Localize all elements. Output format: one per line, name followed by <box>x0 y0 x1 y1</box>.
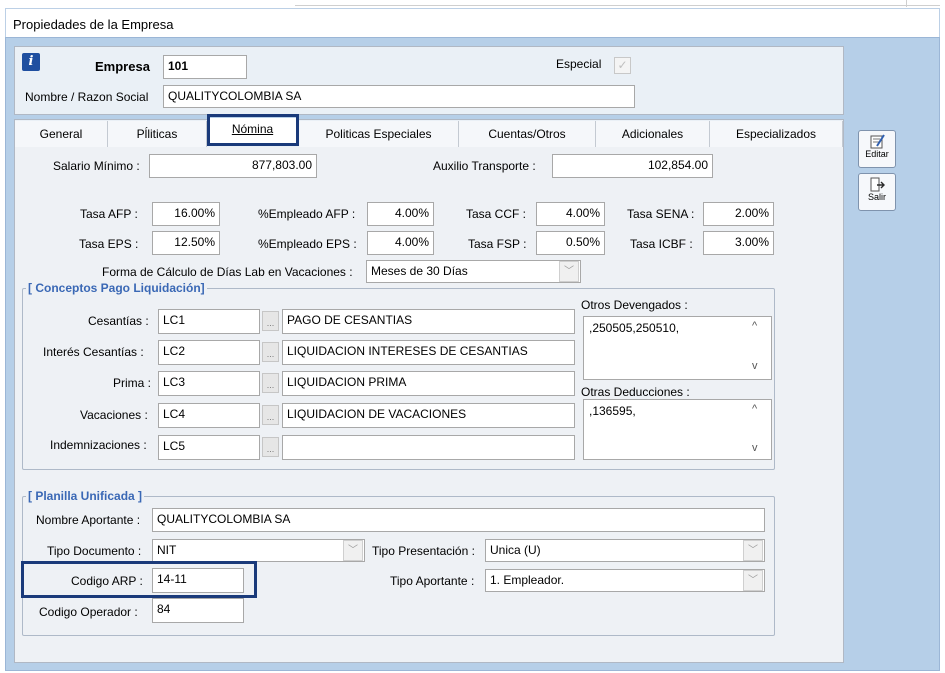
tipo-presentacion-chevron-down-icon[interactable]: ﹀ <box>743 540 763 561</box>
tasa-eps-field[interactable]: 12.50% <box>152 231 220 255</box>
tab-cuentas-otros[interactable]: Cuentas/Otros <box>459 121 596 147</box>
tipo-aportante-label: Tipo Aportante : <box>390 574 475 588</box>
empresa-label: Empresa <box>95 59 150 74</box>
cesantias-lookup-button[interactable]: ... <box>262 311 279 331</box>
cesantias-label: Cesantías : <box>88 314 149 328</box>
vacaciones-code-field[interactable]: LC4 <box>158 403 260 428</box>
vacaciones-lookup-button[interactable]: ... <box>262 405 279 425</box>
otros-devengados-value: ,250505,250510, <box>589 321 680 335</box>
tab-politicas[interactable]: Pĺliticas <box>108 121 207 147</box>
codigo-arp-highlight-box <box>21 561 257 598</box>
tasa-ccf-label: Tasa CCF : <box>466 207 527 221</box>
empleado-afp-label: %Empleado AFP : <box>258 207 356 221</box>
edit-button[interactable]: Editar <box>858 130 896 168</box>
otras-deducciones-label: Otras Deducciones : <box>581 385 690 399</box>
vacaciones-calculo-select[interactable]: Meses de 30 Días <box>366 260 581 283</box>
tasa-eps-label: Tasa EPS : <box>79 237 139 251</box>
indemnizaciones-code-field[interactable]: LC5 <box>158 435 260 460</box>
top-divider-tick <box>906 0 907 7</box>
nombre-aportante-field[interactable]: QUALITYCOLOMBIA SA <box>152 508 765 532</box>
codigo-operador-label: Codigo Operador : <box>39 605 138 619</box>
interes-cesantias-code-field[interactable]: LC2 <box>158 340 260 365</box>
vacaciones-calculo-chevron-down-icon[interactable]: ﹀ <box>559 261 579 282</box>
interes-cesantias-lookup-button[interactable]: ... <box>262 342 279 362</box>
tasa-ccf-field[interactable]: 4.00% <box>536 202 605 226</box>
info-icon[interactable]: i <box>22 53 40 71</box>
razon-social-field[interactable]: QUALITYCOLOMBIA SA <box>163 85 635 108</box>
exit-button-label: Salir <box>867 192 886 202</box>
especial-label: Especial <box>556 57 602 71</box>
tasa-fsp-label: Tasa FSP : <box>468 237 527 251</box>
tasa-fsp-field[interactable]: 0.50% <box>536 231 605 255</box>
otras-deducciones-value: ,136595, <box>589 404 636 418</box>
tipo-presentacion-select[interactable]: Unica (U) <box>485 539 765 562</box>
prima-desc-field[interactable]: LIQUIDACION PRIMA <box>282 371 575 396</box>
otros-devengados-textarea[interactable]: ,250505,250510, <box>583 316 772 380</box>
indemnizaciones-lookup-button[interactable]: ... <box>262 437 279 457</box>
tab-adicionales[interactable]: Adicionales <box>596 121 710 147</box>
otros-devengados-scroll-up-icon[interactable]: ^ <box>752 320 757 332</box>
exit-button[interactable]: Salir <box>858 173 896 211</box>
cesantias-desc-field[interactable]: PAGO DE CESANTIAS <box>282 309 575 334</box>
indemnizaciones-desc-field[interactable] <box>282 435 575 460</box>
prima-lookup-button[interactable]: ... <box>262 373 279 393</box>
empleado-eps-label: %Empleado EPS : <box>258 237 357 251</box>
edit-button-label: Editar <box>865 149 889 159</box>
prima-code-field[interactable]: LC3 <box>158 371 260 396</box>
tab-highlight-box <box>207 114 299 146</box>
tab-general[interactable]: General <box>15 121 108 147</box>
prima-label: Prima : <box>113 376 152 390</box>
tab-especializados[interactable]: Especializados <box>710 121 843 147</box>
otras-deducciones-scroll-up-icon[interactable]: ^ <box>752 403 757 415</box>
interes-cesantias-label: Interés Cesantías : <box>43 345 144 359</box>
otros-devengados-scroll-down-icon[interactable]: v <box>752 360 758 372</box>
vacaciones-label: Vacaciones : <box>80 408 148 422</box>
edit-icon <box>870 134 885 149</box>
tipo-documento-select[interactable]: NIT <box>152 539 365 562</box>
salario-minimo-field[interactable]: 877,803.00 <box>149 154 317 178</box>
tipo-aportante-select[interactable]: 1. Empleador. <box>485 569 765 592</box>
indemnizaciones-label: Indemnizaciones : <box>50 438 147 452</box>
tipo-documento-chevron-down-icon[interactable]: ﹀ <box>343 540 363 561</box>
window-title: Propiedades de la Empresa <box>13 17 174 32</box>
cesantias-code-field[interactable]: LC1 <box>158 309 260 334</box>
empleado-eps-field[interactable]: 4.00% <box>367 231 434 255</box>
interes-cesantias-desc-field[interactable]: LIQUIDACION INTERESES DE CESANTIAS <box>282 340 575 365</box>
codigo-operador-field[interactable]: 84 <box>152 598 244 623</box>
tasa-sena-field[interactable]: 2.00% <box>703 202 774 226</box>
empleado-afp-field[interactable]: 4.00% <box>367 202 434 226</box>
vacaciones-calculo-label: Forma de Cálculo de Días Lab en Vacacion… <box>102 265 353 279</box>
salario-minimo-label: Salario Mínimo : <box>53 159 140 173</box>
especial-checkbox[interactable]: ✓ <box>614 57 631 74</box>
tasa-sena-label: Tasa SENA : <box>627 207 695 221</box>
tipo-presentacion-label: Tipo Presentación : <box>372 544 475 558</box>
tasa-afp-label: Tasa AFP : <box>80 207 138 221</box>
otros-devengados-label: Otros Devengados : <box>581 298 688 312</box>
vacaciones-desc-field[interactable]: LIQUIDACION DE VACACIONES <box>282 403 575 428</box>
exit-icon <box>870 177 885 192</box>
tasa-afp-field[interactable]: 16.00% <box>152 202 220 226</box>
tasa-icbf-label: Tasa ICBF : <box>630 237 693 251</box>
tab-politicas-especiales[interactable]: Politicas Especiales <box>299 121 459 147</box>
tipo-documento-label: Tipo Documento : <box>47 544 142 558</box>
nombre-aportante-label: Nombre Aportante : <box>36 513 141 527</box>
razon-social-label: Nombre / Razon Social <box>25 90 149 104</box>
conceptos-pago-title: [ Conceptos Pago Liquidación] <box>26 281 207 295</box>
empresa-field[interactable]: 101 <box>163 55 247 79</box>
auxilio-transporte-field[interactable]: 102,854.00 <box>552 154 713 178</box>
otras-deducciones-scroll-down-icon[interactable]: v <box>752 442 758 454</box>
planilla-unificada-title: [ Planilla Unificada ] <box>26 489 145 503</box>
otras-deducciones-textarea[interactable]: ,136595, <box>583 399 772 460</box>
tasa-icbf-field[interactable]: 3.00% <box>703 231 774 255</box>
top-divider <box>295 5 940 6</box>
tipo-aportante-chevron-down-icon[interactable]: ﹀ <box>743 570 763 591</box>
auxilio-transporte-label: Auxilio Transporte : <box>433 159 536 173</box>
